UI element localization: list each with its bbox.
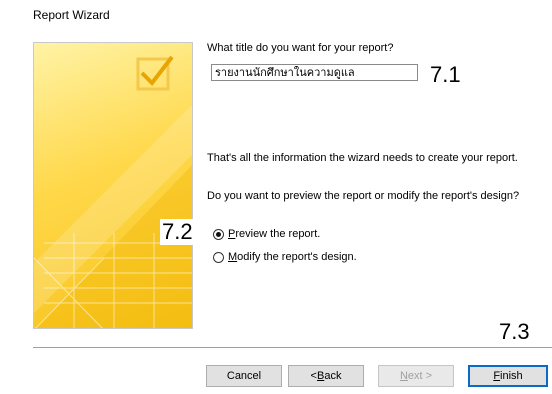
title-question-label: What title do you want for your report?	[207, 42, 394, 54]
modify-design-label: Modify the report's design.	[228, 251, 357, 263]
window-title: Report Wizard	[33, 8, 110, 22]
finish-button[interactable]: Finish	[468, 365, 548, 387]
wizard-side-image	[33, 42, 193, 329]
info-text: That's all the information the wizard ne…	[207, 152, 518, 164]
preview-report-option[interactable]: Preview the report.	[213, 228, 320, 240]
modify-design-radio[interactable]	[213, 251, 224, 263]
preview-report-radio[interactable]	[213, 228, 224, 240]
next-button[interactable]: Next >	[378, 365, 454, 387]
annotation-7-1: 7.1	[428, 62, 463, 88]
button-divider	[33, 347, 552, 348]
cancel-button[interactable]: Cancel	[206, 365, 282, 387]
annotation-7-3: 7.3	[497, 319, 532, 345]
modify-design-option[interactable]: Modify the report's design.	[213, 251, 357, 263]
report-illustration-icon	[34, 55, 192, 328]
back-button[interactable]: < Back	[288, 365, 364, 387]
annotation-7-2: 7.2	[160, 219, 195, 245]
report-title-input[interactable]: รายงานนักศึกษาในความดูแล	[211, 64, 418, 81]
preview-question-label: Do you want to preview the report or mod…	[207, 190, 520, 202]
preview-report-label: Preview the report.	[228, 228, 321, 240]
